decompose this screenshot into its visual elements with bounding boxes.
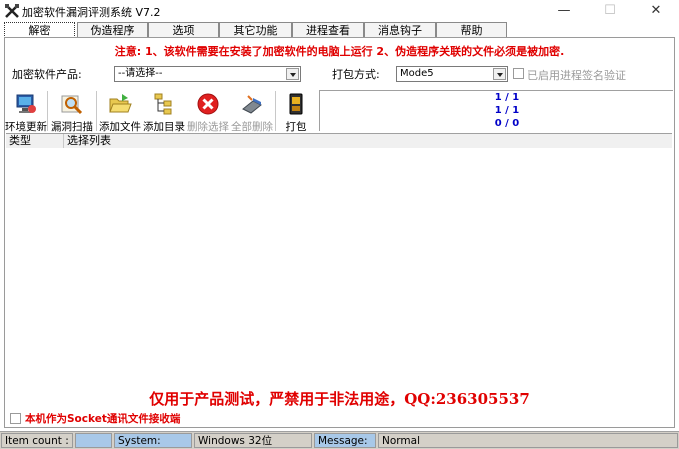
tab-hook[interactable]: 消息钩子 <box>364 22 436 37</box>
tab-options[interactable]: 选项 <box>148 22 219 37</box>
tab-help[interactable]: 帮助 <box>436 22 507 37</box>
pack-select[interactable]: Mode5 <box>396 66 508 82</box>
status-item-count-value <box>75 433 112 448</box>
toolbar: 环境更新 漏洞扫描 添加文件 添加目录 删除选择 全部删除 打包 <box>5 90 316 133</box>
status-system-value: Windows 32位 <box>194 433 312 448</box>
status-message-label: Message: <box>314 433 376 448</box>
sign-check-label: 已启用进程签名验证 <box>527 69 626 82</box>
status-item-count-label: Item count : <box>1 433 73 448</box>
column-items[interactable]: 选择列表 <box>64 134 672 148</box>
package-icon <box>289 93 303 115</box>
delete-selected-label: 删除选择 <box>187 121 229 133</box>
stat-line-3: 0 / 0 <box>494 118 520 129</box>
pack-button[interactable]: 打包 <box>279 90 313 133</box>
pack-select-value: Mode5 <box>400 68 434 79</box>
minimize-button[interactable]: — <box>541 0 587 22</box>
status-message-value: Normal <box>378 433 678 448</box>
sign-check-checkbox[interactable] <box>513 68 524 79</box>
status-bar: Item count : System: Windows 32位 Message… <box>0 431 679 449</box>
env-update-label: 环境更新 <box>5 121 47 133</box>
tab-process[interactable]: 进程查看 <box>292 22 364 37</box>
folder-tree-icon <box>154 93 172 115</box>
file-list[interactable] <box>6 148 672 410</box>
title-bar: 加密软件漏洞评测系统 V7.2 — ☐ ✕ <box>0 0 679 22</box>
toolbar-divider <box>96 91 98 131</box>
computer-update-icon <box>16 94 36 113</box>
window-title: 加密软件漏洞评测系统 V7.2 <box>22 6 161 19</box>
status-system-label: System: <box>114 433 192 448</box>
pack-label: 打包 <box>285 121 307 133</box>
tab-fake-program[interactable]: 伪造程序 <box>77 22 148 37</box>
delete-all-label: 全部删除 <box>231 121 273 133</box>
close-button[interactable]: ✕ <box>633 0 679 22</box>
stats-panel: 1 / 1 1 / 1 0 / 0 <box>319 90 673 131</box>
folder-open-icon <box>109 94 132 113</box>
stat-line-2: 1 / 1 <box>494 105 520 116</box>
stat-line-1: 1 / 1 <box>494 92 520 103</box>
scan-button[interactable]: 漏洞扫描 <box>49 90 95 133</box>
tab-decrypt[interactable]: 解密 <box>4 22 75 38</box>
add-dir-button[interactable]: 添加目录 <box>143 90 185 133</box>
crossed-tools-icon <box>5 4 19 18</box>
list-header: 类型 选择列表 <box>6 133 672 149</box>
product-select-value: --请选择-- <box>118 68 163 79</box>
delete-selected-button[interactable]: 删除选择 <box>187 90 229 133</box>
eraser-icon <box>242 95 262 114</box>
warning-text: 仅用于产品测试，严禁用于非法用途，QQ:236305537 <box>149 390 530 408</box>
delete-all-button[interactable]: 全部删除 <box>231 90 273 133</box>
product-label: 加密软件产品: <box>12 68 82 81</box>
chevron-down-icon[interactable] <box>286 68 299 80</box>
chevron-down-icon[interactable] <box>493 68 506 80</box>
app-window: 加密软件漏洞评测系统 V7.2 — ☐ ✕ 解密 伪造程序 选项 其它功能 进程… <box>0 0 679 449</box>
toolbar-divider <box>275 91 277 131</box>
scan-label: 漏洞扫描 <box>51 121 93 133</box>
maximize-button[interactable]: ☐ <box>587 0 633 22</box>
add-file-label: 添加文件 <box>99 121 141 133</box>
socket-receiver-checkbox[interactable] <box>10 413 21 424</box>
env-update-button[interactable]: 环境更新 <box>5 90 47 133</box>
add-dir-label: 添加目录 <box>143 121 185 133</box>
add-file-button[interactable]: 添加文件 <box>99 90 141 133</box>
notice-text: 注意: 1、该软件需要在安装了加密软件的电脑上运行 2、伪造程序关联的文件必须是… <box>114 45 565 58</box>
column-type[interactable]: 类型 <box>6 134 64 148</box>
pack-label: 打包方式: <box>332 68 380 81</box>
socket-receiver-label: 本机作为Socket通讯文件接收端 <box>25 413 181 425</box>
delete-x-icon <box>197 93 219 115</box>
product-select[interactable]: --请选择-- <box>114 66 301 82</box>
tab-bar: 解密 伪造程序 选项 其它功能 进程查看 消息钩子 帮助 <box>4 22 675 38</box>
tab-other[interactable]: 其它功能 <box>219 22 292 37</box>
magnifier-icon <box>61 95 83 115</box>
